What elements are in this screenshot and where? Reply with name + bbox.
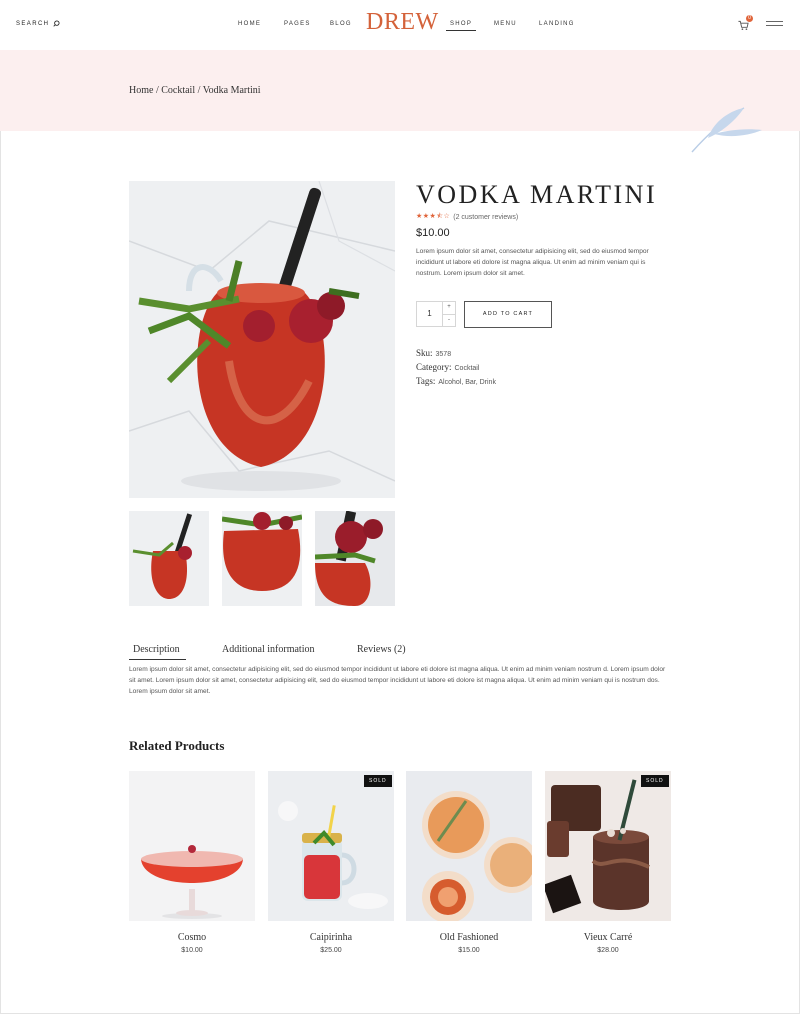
related-product-price: $28.00 <box>597 947 619 954</box>
product-thumbnail-2[interactable] <box>222 511 302 606</box>
nav-shop[interactable]: SHOP <box>446 21 477 31</box>
quantity-stepper[interactable]: 1 + - <box>416 301 456 327</box>
related-product-price: $25.00 <box>320 947 342 954</box>
quantity-increase-button[interactable]: + <box>443 302 455 315</box>
tags-links[interactable]: Alcohol, Bar, Drink <box>438 379 496 386</box>
related-product-image-cosmo[interactable] <box>129 771 255 921</box>
product-short-description: Lorem ipsum dolor sit amet, consectetur … <box>416 248 649 277</box>
category-label: Category: <box>416 362 452 372</box>
category-link[interactable]: Cocktail <box>455 365 480 372</box>
cart-button[interactable]: 0 <box>738 15 753 36</box>
product-thumbnail-3[interactable] <box>315 511 395 606</box>
product-title: VODKA MARTINI <box>416 180 658 209</box>
search-toggle[interactable]: SEARCH <box>16 20 60 27</box>
site-logo[interactable]: DREW <box>366 9 439 36</box>
nav-blog[interactable]: BLOG <box>330 21 352 27</box>
tab-description[interactable]: Description <box>133 644 180 655</box>
rating-stars-icon: ★★★⯪☆ <box>416 213 451 220</box>
sku-value: 3578 <box>435 351 452 358</box>
related-products-title: Related Products <box>129 738 225 753</box>
nav-home[interactable]: HOME <box>238 21 261 27</box>
product-rating: ★★★⯪☆ (2 customer reviews) <box>416 212 518 223</box>
related-product-image-old-fashioned[interactable] <box>406 771 532 921</box>
reviews-link[interactable]: (2 customer reviews) <box>453 214 518 221</box>
leaf-decoration-icon <box>691 107 762 153</box>
sold-badge: SOLD <box>641 775 669 787</box>
quantity-input[interactable]: 1 <box>417 302 443 326</box>
tab-description-content: Lorem ipsum dolor sit amet, consectetur … <box>129 666 666 695</box>
hamburger-menu-icon[interactable] <box>766 21 783 29</box>
page-frame <box>0 0 800 1014</box>
related-product-price: $10.00 <box>181 947 203 954</box>
nav-landing[interactable]: LANDING <box>539 21 575 27</box>
related-product-name[interactable]: Vieux Carré <box>545 932 671 943</box>
related-product-name[interactable]: Caipirinha <box>268 932 394 943</box>
related-product-name[interactable]: Old Fashioned <box>406 932 532 943</box>
breadcrumb-banner <box>0 50 800 131</box>
search-label: SEARCH <box>16 20 50 27</box>
cart-count-badge: 0 <box>746 15 753 22</box>
search-icon <box>53 20 60 27</box>
nav-menu[interactable]: MENU <box>494 21 517 27</box>
add-to-cart-button[interactable]: ADD TO CART <box>464 301 552 328</box>
tags-label: Tags: <box>416 376 436 386</box>
product-sku: Sku: 3578 <box>416 348 451 358</box>
product-main-image[interactable] <box>129 181 395 498</box>
product-category: Category: Cocktail <box>416 362 479 372</box>
sold-badge: SOLD <box>364 775 392 787</box>
nav-pages[interactable]: PAGES <box>284 21 311 27</box>
related-product-image-caipirinha[interactable] <box>268 771 394 921</box>
related-product-price: $15.00 <box>458 947 480 954</box>
product-thumbnail-1[interactable] <box>129 511 209 606</box>
breadcrumb[interactable]: Home / Cocktail / Vodka Martini <box>129 85 261 96</box>
product-price: $10.00 <box>416 227 450 239</box>
tab-additional-information[interactable]: Additional information <box>222 644 315 655</box>
site-header: SEARCH HOME PAGES BLOG DREW SHOP MENU LA… <box>0 0 800 50</box>
product-tags: Tags: Alcohol, Bar, Drink <box>416 376 496 386</box>
tab-reviews[interactable]: Reviews (2) <box>357 644 406 655</box>
sku-label: Sku: <box>416 348 433 358</box>
quantity-decrease-button[interactable]: - <box>443 315 455 327</box>
active-tab-indicator <box>129 659 186 660</box>
related-product-name[interactable]: Cosmo <box>129 932 255 943</box>
related-product-image-vieux-carre[interactable] <box>545 771 671 921</box>
